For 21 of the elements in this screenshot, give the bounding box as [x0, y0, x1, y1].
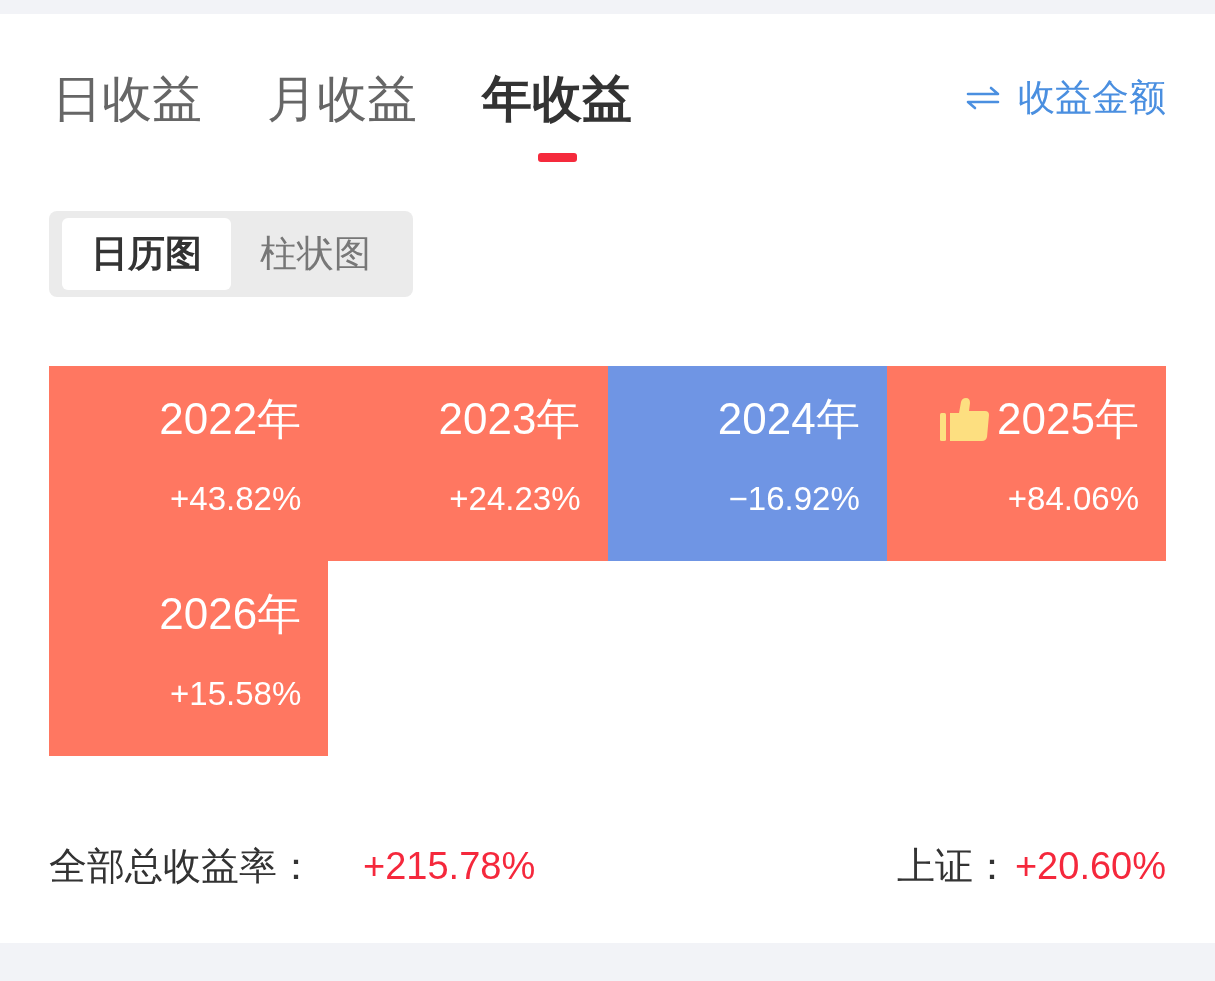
year-return: +24.23%: [449, 482, 581, 516]
period-tab[interactable]: 月收益: [267, 74, 417, 124]
index-return-value: +20.60%: [1014, 844, 1166, 888]
year-label: 2024年: [717, 397, 860, 441]
total-return-label: 全部总收益率：: [49, 844, 315, 888]
period-tab[interactable]: 日收益: [52, 74, 202, 124]
year-label: 2026年: [159, 592, 302, 636]
period-tab[interactable]: 年收益: [482, 74, 632, 162]
year-label: 2025年: [997, 397, 1139, 441]
year-label: 2023年: [438, 397, 581, 441]
year-label: 2022年: [159, 397, 302, 441]
total-return-value: +215.78%: [363, 844, 536, 888]
index-label: 上证：: [896, 844, 1011, 888]
swap-icon: [966, 86, 1000, 110]
year-return: −16.92%: [728, 482, 860, 516]
view-toggle-option[interactable]: 日历图: [62, 218, 231, 290]
view-toggle-option[interactable]: 柱状图: [231, 218, 400, 290]
year-return: +43.82%: [170, 482, 302, 516]
switch-link[interactable]: 收益金额: [966, 74, 1166, 122]
year-return: +84.06%: [1007, 482, 1139, 516]
year-return: +15.58%: [170, 677, 302, 711]
